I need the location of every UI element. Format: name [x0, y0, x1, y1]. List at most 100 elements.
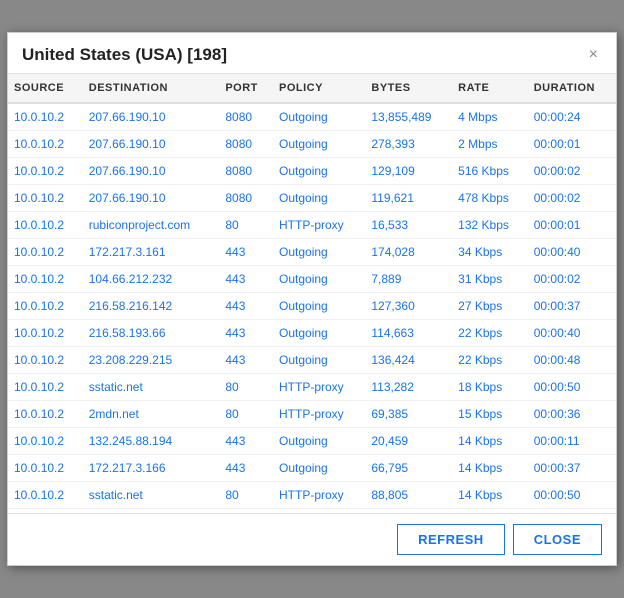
column-header-duration: DURATION [528, 74, 616, 103]
modal-title: United States (USA) [198] [22, 45, 227, 65]
cell-rate: 27 Kbps [452, 293, 528, 320]
column-header-destination: DESTINATION [83, 74, 220, 103]
cell-port: 443 [219, 239, 273, 266]
close-x-button[interactable]: × [585, 45, 602, 65]
cell-source: 10.0.10.2 [8, 293, 83, 320]
cell-bytes: 13,855,489 [365, 103, 452, 131]
cell-port: 443 [219, 455, 273, 482]
cell-bytes: 136,424 [365, 347, 452, 374]
cell-destination: 172.217.3.166 [83, 455, 220, 482]
cell-source: 10.0.10.2 [8, 455, 83, 482]
cell-rate: 2 Mbps [452, 131, 528, 158]
table-row[interactable]: 10.0.10.2104.66.212.232443Outgoing7,8893… [8, 266, 616, 293]
cell-source: 10.0.10.2 [8, 103, 83, 131]
cell-policy: HTTP-proxy [273, 401, 365, 428]
cell-bytes: 88,805 [365, 482, 452, 509]
cell-duration: 00:00:02 [528, 185, 616, 212]
cell-duration: 00:00:01 [528, 131, 616, 158]
cell-rate: 22 Kbps [452, 347, 528, 374]
cell-policy: Outgoing [273, 239, 365, 266]
cell-destination: 172.217.3.161 [83, 239, 220, 266]
table-row[interactable]: 10.0.10.2172.217.3.161443Outgoing174,028… [8, 239, 616, 266]
cell-bytes: 113,282 [365, 374, 452, 401]
cell-rate: 22 Kbps [452, 320, 528, 347]
cell-policy: Outgoing [273, 455, 365, 482]
cell-rate: 14 Kbps [452, 428, 528, 455]
connections-table: SOURCEDESTINATIONPORTPOLICYBYTESRATEDURA… [8, 74, 616, 514]
cell-destination: 2mdn.net [83, 401, 220, 428]
cell-source: 10.0.10.2 [8, 347, 83, 374]
cell-policy: Outgoing [273, 185, 365, 212]
table-row[interactable]: 10.0.10.2132.245.88.194443Outgoing20,459… [8, 428, 616, 455]
cell-policy: Outgoing [273, 320, 365, 347]
cell-source: 10.0.10.2 [8, 185, 83, 212]
cell-bytes: 119,621 [365, 185, 452, 212]
cell-duration: 00:00:37 [528, 455, 616, 482]
cell-source: 10.0.10.2 [8, 239, 83, 266]
cell-duration: 00:00:11 [528, 428, 616, 455]
cell-destination: 132.245.88.194 [83, 428, 220, 455]
table-wrapper: SOURCEDESTINATIONPORTPOLICYBYTESRATEDURA… [8, 74, 616, 514]
table-header: SOURCEDESTINATIONPORTPOLICYBYTESRATEDURA… [8, 74, 616, 103]
close-button[interactable]: CLOSE [513, 524, 602, 555]
cell-source: 10.0.10.2 [8, 428, 83, 455]
cell-duration: 00:00:01 [528, 212, 616, 239]
cell-rate: 14 Kbps [452, 482, 528, 509]
cell-duration: 00:00:48 [528, 347, 616, 374]
cell-rate: 15 Kbps [452, 401, 528, 428]
cell-destination: 216.58.193.66 [83, 320, 220, 347]
table-row[interactable]: 10.0.10.2sstatic.net80HTTP-proxy88,80514… [8, 482, 616, 509]
cell-destination: 207.66.190.10 [83, 158, 220, 185]
modal-dialog: United States (USA) [198] × SOURCEDESTIN… [7, 32, 617, 566]
cell-duration: 00:00:24 [528, 103, 616, 131]
cell-source: 10.0.10.2 [8, 212, 83, 239]
cell-duration: 00:00:40 [528, 239, 616, 266]
column-header-source: SOURCE [8, 74, 83, 103]
cell-bytes: 7,889 [365, 266, 452, 293]
cell-source: 10.0.10.2 [8, 320, 83, 347]
table-row[interactable]: 10.0.10.2207.66.190.108080Outgoing278,39… [8, 131, 616, 158]
cell-port: 443 [219, 347, 273, 374]
cell-port: 8080 [219, 158, 273, 185]
cell-port: 8080 [219, 103, 273, 131]
cell-source: 10.0.10.2 [8, 158, 83, 185]
cell-policy: Outgoing [273, 103, 365, 131]
table-row[interactable]: 10.0.10.2216.58.216.142443Outgoing127,36… [8, 293, 616, 320]
cell-source: 10.0.10.2 [8, 401, 83, 428]
cell-bytes: 127,360 [365, 293, 452, 320]
cell-policy: Outgoing [273, 158, 365, 185]
cell-rate: 4 Mbps [452, 103, 528, 131]
table-row[interactable]: 10.0.10.2sstatic.net80HTTP-proxy113,2821… [8, 374, 616, 401]
cell-rate: 18 Kbps [452, 374, 528, 401]
table-row[interactable]: 10.0.10.2rubiconproject.com80HTTP-proxy1… [8, 212, 616, 239]
cell-destination: rubiconproject.com [83, 212, 220, 239]
cell-bytes: 114,663 [365, 320, 452, 347]
cell-policy: HTTP-proxy [273, 374, 365, 401]
table-row[interactable]: 10.0.10.22mdn.net80HTTP-proxy69,38515 Kb… [8, 401, 616, 428]
cell-port: 443 [219, 293, 273, 320]
cell-duration: 00:00:36 [528, 401, 616, 428]
table-row[interactable]: 10.0.10.2207.66.190.108080Outgoing119,62… [8, 185, 616, 212]
cell-port: 80 [219, 401, 273, 428]
table-row[interactable]: 10.0.10.2216.58.193.66443Outgoing114,663… [8, 320, 616, 347]
refresh-button[interactable]: REFRESH [397, 524, 505, 555]
table-row[interactable]: 10.0.10.223.208.229.215443Outgoing136,42… [8, 347, 616, 374]
cell-bytes: 69,385 [365, 401, 452, 428]
table-row[interactable]: 10.0.10.2207.66.190.108080Outgoing129,10… [8, 158, 616, 185]
cell-rate: 31 Kbps [452, 266, 528, 293]
cell-source: 10.0.10.2 [8, 482, 83, 509]
cell-duration: 00:00:02 [528, 158, 616, 185]
cell-port: 443 [219, 428, 273, 455]
cell-policy: Outgoing [273, 131, 365, 158]
cell-port: 8080 [219, 131, 273, 158]
column-header-policy: POLICY [273, 74, 365, 103]
table-row[interactable]: 10.0.10.2172.217.3.166443Outgoing66,7951… [8, 455, 616, 482]
cell-destination: 207.66.190.10 [83, 103, 220, 131]
cell-port: 80 [219, 212, 273, 239]
cell-duration: 00:00:02 [528, 266, 616, 293]
cell-policy: Outgoing [273, 347, 365, 374]
cell-source: 10.0.10.2 [8, 374, 83, 401]
column-header-bytes: BYTES [365, 74, 452, 103]
cell-destination: sstatic.net [83, 374, 220, 401]
table-row[interactable]: 10.0.10.2207.66.190.108080Outgoing13,855… [8, 103, 616, 131]
